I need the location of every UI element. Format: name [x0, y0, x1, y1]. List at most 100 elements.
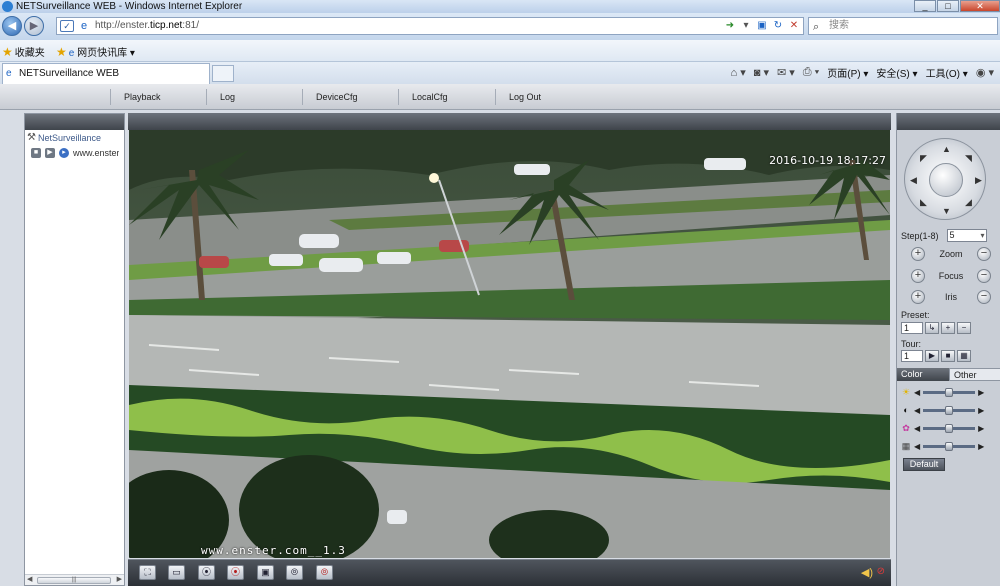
- nav-devicecfg[interactable]: DeviceCfg: [316, 92, 358, 102]
- mute-icon[interactable]: ⊘: [877, 566, 885, 577]
- tour-grid-button[interactable]: ▦: [957, 350, 971, 362]
- contrast-slider[interactable]: [923, 405, 976, 415]
- focus-in-button[interactable]: +: [911, 269, 925, 283]
- nav-logout[interactable]: Log Out: [509, 92, 541, 102]
- tab-other[interactable]: Other: [949, 368, 1000, 381]
- device-label[interactable]: www.enster: [73, 148, 119, 158]
- ptz-right-icon[interactable]: ▶: [975, 175, 982, 186]
- saturation-slider[interactable]: [923, 423, 976, 433]
- preset-goto-button[interactable]: ↳: [925, 322, 939, 334]
- back-button[interactable]: ◀: [2, 16, 22, 36]
- talk-button[interactable]: ⦾: [286, 565, 303, 580]
- contrast-slider-knob[interactable]: [945, 405, 954, 415]
- browser-tab[interactable]: e NETSurveillance WEB: [2, 63, 210, 84]
- snapshot-button[interactable]: ▣: [257, 565, 274, 580]
- minimize-button[interactable]: _: [914, 0, 936, 12]
- feeds-icon[interactable]: ◙ ▾: [754, 66, 769, 79]
- stop-record-button[interactable]: ⦿: [227, 565, 244, 580]
- address-input[interactable]: ✓ e http://enster.ticp.net:81/ ➜ ▾ ▣ ↻ ✕: [56, 17, 804, 35]
- go-icon[interactable]: ➜: [723, 19, 737, 33]
- default-button[interactable]: Default: [903, 458, 945, 471]
- preset-remove-button[interactable]: −: [957, 322, 971, 334]
- nav-playback[interactable]: Playback: [124, 92, 161, 102]
- ptz-upleft-icon[interactable]: ◤: [920, 153, 927, 164]
- page-menu[interactable]: 页面(P) ▾: [827, 65, 868, 80]
- focus-out-button[interactable]: −: [977, 269, 991, 283]
- new-tab-button[interactable]: [212, 65, 234, 82]
- device-row[interactable]: ■ ▶ ▸ www.enster: [27, 148, 124, 158]
- stop-icon[interactable]: ✕: [787, 19, 801, 33]
- maximize-button[interactable]: □: [937, 0, 959, 12]
- contrast-increase-icon[interactable]: ▶: [978, 406, 984, 415]
- search-icon[interactable]: ⌕: [813, 19, 819, 35]
- zoom-in-button[interactable]: +: [911, 247, 925, 261]
- zoom-out-button[interactable]: −: [977, 247, 991, 261]
- forward-button[interactable]: ▶: [24, 16, 44, 36]
- horizontal-scrollbar[interactable]: ◀ ||| ▶: [25, 574, 124, 585]
- refresh-icon[interactable]: ↻: [771, 19, 785, 33]
- iris-in-button[interactable]: +: [911, 290, 925, 304]
- tour-play-button[interactable]: ▶: [925, 350, 939, 362]
- hue-decrease-icon[interactable]: ◀: [914, 442, 920, 451]
- tree-root[interactable]: ⚒ NetSurveillance: [27, 132, 124, 143]
- nav-log[interactable]: Log: [220, 92, 235, 102]
- dropdown-icon[interactable]: ▾: [739, 19, 753, 33]
- ptz-left-icon[interactable]: ◀: [910, 175, 917, 186]
- scrollbar-thumb[interactable]: |||: [37, 577, 111, 584]
- stop-icon[interactable]: ■: [31, 148, 41, 158]
- preset-add-button[interactable]: +: [941, 322, 955, 334]
- ptz-upright-icon[interactable]: ◥: [965, 153, 972, 164]
- tour-input[interactable]: 1: [901, 350, 923, 362]
- play-icon[interactable]: ▶: [45, 148, 55, 158]
- scroll-right-icon[interactable]: ▶: [117, 575, 122, 585]
- scroll-left-icon[interactable]: ◀: [27, 575, 32, 585]
- search-input[interactable]: ⌕ 搜索: [808, 17, 998, 35]
- ptz-up-icon[interactable]: ▲: [942, 144, 951, 154]
- home-icon[interactable]: ⌂ ▾: [731, 66, 746, 79]
- preset-input[interactable]: 1: [901, 322, 923, 334]
- url-text[interactable]: http://enster.ticp.net:81/: [95, 20, 199, 31]
- tree-root-label: NetSurveillance: [37, 132, 101, 143]
- tab-color[interactable]: Color: [897, 368, 949, 381]
- ptz-direction-pad[interactable]: ▲ ▼ ◀ ▶ ◤ ◥ ◣ ◢: [904, 138, 986, 220]
- hue-slider[interactable]: [923, 441, 976, 451]
- fullscreen-button[interactable]: ⛶: [139, 565, 156, 580]
- favorites-button[interactable]: ★ 收藏夹: [2, 44, 45, 59]
- ptz-down-icon[interactable]: ▼: [942, 206, 951, 216]
- brightness-decrease-icon[interactable]: ◀: [914, 388, 920, 397]
- device-icon[interactable]: ▸: [59, 148, 69, 158]
- tour-stop-button[interactable]: ■: [941, 350, 955, 362]
- brightness-slider[interactable]: [923, 387, 976, 397]
- volume-icon[interactable]: ◀): [861, 566, 873, 579]
- hue-increase-icon[interactable]: ▶: [978, 442, 984, 451]
- close-button[interactable]: ✕: [960, 0, 1000, 12]
- saturation-decrease-icon[interactable]: ◀: [914, 424, 920, 433]
- iris-out-button[interactable]: −: [977, 290, 991, 304]
- print-icon[interactable]: ⎙ ▾: [803, 66, 819, 79]
- safety-menu[interactable]: 安全(S) ▾: [876, 65, 917, 80]
- step-select[interactable]: 5: [946, 229, 987, 242]
- brightness-increase-icon[interactable]: ▶: [978, 388, 984, 397]
- nav-localcfg[interactable]: LocalCfg: [412, 92, 448, 102]
- ptz-downright-icon[interactable]: ◢: [965, 197, 972, 208]
- camera-video[interactable]: 2016-10-19 18:17:27 www.enster.com__1.3: [129, 130, 890, 558]
- quicklinks-button[interactable]: ★ e 网页快讯库 ▾: [56, 44, 135, 59]
- compat-view-icon[interactable]: ▣: [755, 19, 769, 33]
- brightness-slider-knob[interactable]: [945, 387, 954, 397]
- window-mode-button[interactable]: ▭: [168, 565, 185, 580]
- hue-slider-knob[interactable]: [945, 441, 954, 451]
- compatibility-shield-icon[interactable]: ✓: [60, 20, 74, 32]
- contrast-decrease-icon[interactable]: ◀: [914, 406, 920, 415]
- help-icon[interactable]: ◉ ▾: [976, 66, 994, 79]
- close-video-button[interactable]: ⦾: [316, 565, 333, 580]
- record-button[interactable]: ⦿: [198, 565, 215, 580]
- tools-menu[interactable]: 工具(O) ▾: [926, 65, 968, 80]
- mail-icon[interactable]: ✉ ▾: [777, 66, 795, 79]
- brightness-icon: ☀: [901, 387, 911, 397]
- ptz-center-button[interactable]: [929, 163, 963, 197]
- saturation-slider-knob[interactable]: [945, 423, 954, 433]
- nav-divider: [206, 89, 207, 105]
- saturation-increase-icon[interactable]: ▶: [978, 424, 984, 433]
- ptz-downleft-icon[interactable]: ◣: [920, 197, 927, 208]
- tour-row: 1 ▶ ■ ▦: [901, 350, 971, 362]
